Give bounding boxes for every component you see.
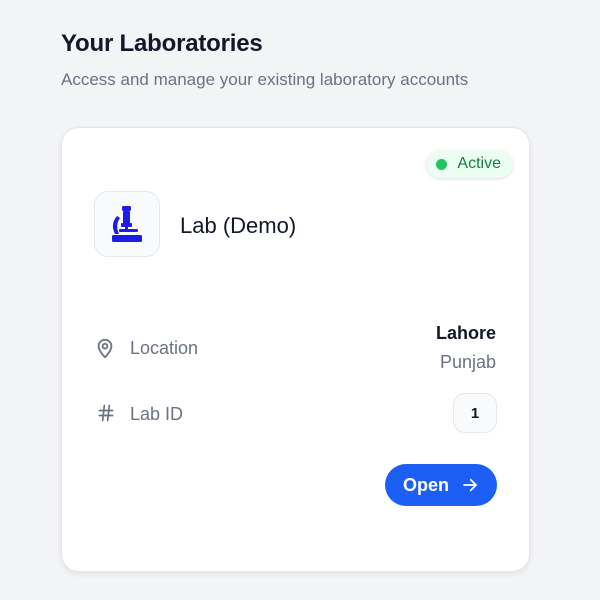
- status-badge: Active: [426, 150, 513, 178]
- status-text: Active: [457, 155, 501, 172]
- open-button[interactable]: Open: [385, 464, 497, 506]
- lab-id-label: Lab ID: [130, 404, 184, 424]
- hash-icon: [98, 404, 114, 422]
- lab-card: Active Lab (Demo) Location Lahore Punjab…: [61, 127, 530, 572]
- location-city: Lahore: [435, 323, 496, 343]
- lab-id-value: 1: [453, 393, 497, 433]
- status-dot-icon: [436, 158, 448, 170]
- arrow-right-icon: [463, 478, 477, 492]
- page-title: Your Laboratories: [61, 30, 263, 57]
- map-pin-icon: [97, 338, 113, 359]
- lab-avatar: [94, 191, 160, 257]
- open-button-label: Open: [402, 474, 449, 495]
- page-subtitle: Access and manage your existing laborato…: [61, 70, 469, 89]
- location-region: Punjab: [439, 352, 496, 372]
- location-label: Location: [130, 338, 199, 358]
- lab-name: Lab (Demo): [180, 213, 297, 238]
- microscope-icon: [112, 206, 142, 242]
- page-header: Your Laboratories: [61, 30, 263, 58]
